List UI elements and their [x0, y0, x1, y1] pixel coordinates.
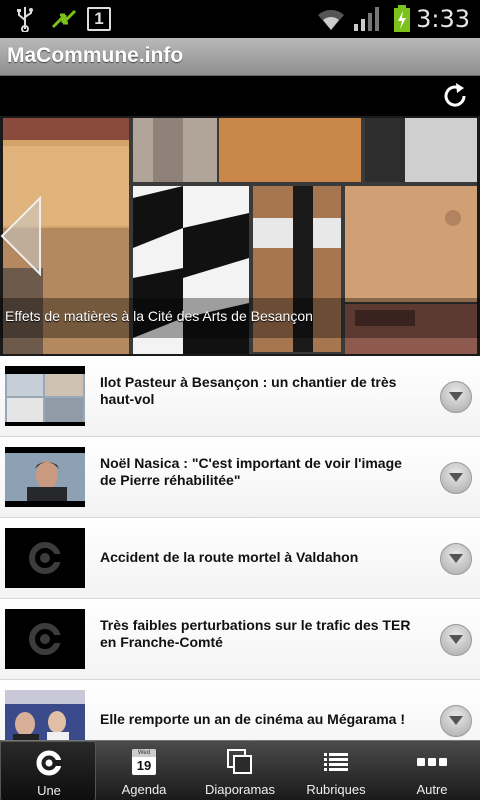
chevron-down-icon: [449, 392, 463, 401]
previous-slide-arrow[interactable]: [0, 195, 42, 277]
tab-agenda[interactable]: Wed 19 Agenda: [96, 741, 192, 800]
home-logo-icon: [1, 749, 97, 777]
toolbar: [0, 76, 480, 116]
article-thumbnail: [5, 366, 85, 426]
calendar-date: 19: [136, 758, 152, 773]
wifi-icon: [316, 6, 346, 32]
article-title: Elle remporte un an de cinéma au Mégaram…: [100, 711, 405, 727]
signal-icon: [352, 6, 382, 32]
calendar-icon: Wed 19: [96, 748, 192, 776]
expand-button[interactable]: [440, 462, 472, 494]
expand-button[interactable]: [440, 624, 472, 656]
notification-count: 1: [87, 7, 111, 31]
refresh-button[interactable]: [438, 79, 472, 113]
featured-slider[interactable]: Effets de matières à la Cité des Arts de…: [0, 116, 480, 356]
article-row[interactable]: Ilot Pasteur à Besançon : un chantier de…: [0, 356, 480, 437]
status-time: 3:33: [416, 5, 470, 33]
tab-label: Agenda: [121, 782, 167, 797]
battery-charging-icon: [392, 5, 412, 32]
chevron-left-icon: [0, 195, 41, 277]
refresh-icon: [444, 83, 466, 107]
article-thumbnail: [5, 447, 85, 507]
article-thumbnail: [5, 528, 85, 588]
expand-button[interactable]: [440, 705, 472, 737]
tab-autre[interactable]: Autre: [384, 741, 480, 800]
chevron-down-icon: [449, 473, 463, 482]
app-title-bar: MaCommune.info: [0, 38, 480, 76]
chevron-down-icon: [449, 716, 463, 725]
article-row[interactable]: Elle remporte un an de cinéma au Mégaram…: [0, 680, 480, 740]
article-title: Noël Nasica : "C'est important de voir l…: [100, 455, 402, 488]
chevron-down-icon: [449, 635, 463, 644]
slideshow-icon: [192, 748, 288, 776]
article-thumbnail: [5, 690, 85, 740]
macommune-logo-icon: [5, 528, 85, 588]
article-row[interactable]: Très faibles perturbations sur le trafic…: [0, 599, 480, 680]
usb-icon: [12, 6, 38, 32]
more-icon: [384, 748, 480, 776]
article-row[interactable]: Noël Nasica : "C'est important de voir l…: [0, 437, 480, 518]
tab-label: Une: [37, 783, 61, 798]
article-row[interactable]: Accident de la route mortel à Valdahon: [0, 518, 480, 599]
tab-label: Autre: [416, 782, 448, 797]
article-title: Très faibles perturbations sur le trafic…: [100, 617, 411, 650]
notification-1-icon: 1: [86, 6, 112, 32]
expand-button[interactable]: [440, 543, 472, 575]
macommune-logo-icon: [5, 609, 85, 669]
app-title: MaCommune.info: [7, 44, 184, 67]
tab-label: Rubriques: [306, 782, 366, 797]
bottom-tab-bar: Une Wed 19 Agenda Diaporamas Rubriques A…: [0, 740, 480, 800]
article-list: Ilot Pasteur à Besançon : un chantier de…: [0, 356, 480, 740]
sync-icon: [50, 6, 78, 32]
featured-caption: Effets de matières à la Cité des Arts de…: [0, 298, 480, 338]
status-bar: 1 3:33: [0, 0, 480, 38]
tab-une[interactable]: Une: [0, 741, 96, 800]
article-title: Accident de la route mortel à Valdahon: [100, 549, 359, 565]
article-thumbnail: [5, 609, 85, 669]
article-title: Ilot Pasteur à Besançon : un chantier de…: [100, 374, 397, 407]
list-icon: [288, 748, 384, 776]
calendar-day: Wed: [132, 749, 156, 757]
expand-button[interactable]: [440, 381, 472, 413]
tab-rubriques[interactable]: Rubriques: [288, 741, 384, 800]
chevron-down-icon: [449, 554, 463, 563]
tab-diaporamas[interactable]: Diaporamas: [192, 741, 288, 800]
tab-label: Diaporamas: [204, 782, 276, 797]
